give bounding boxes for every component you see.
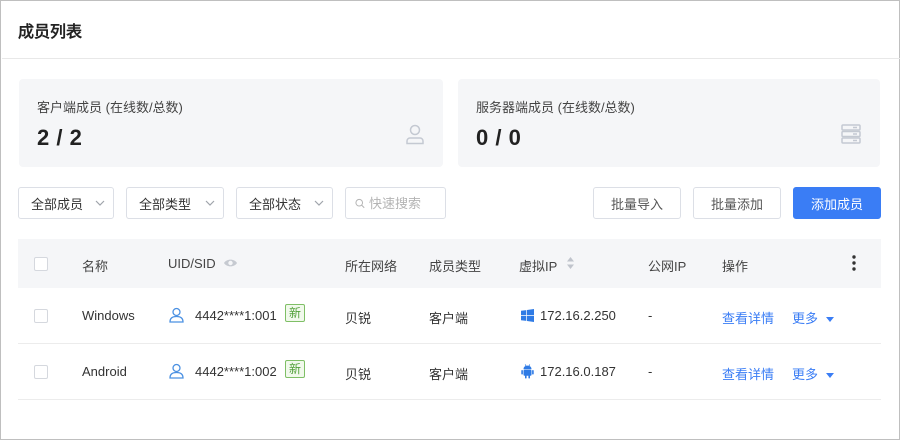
server-icon: [841, 124, 861, 144]
eye-icon[interactable]: [223, 257, 238, 269]
page-header: 成员列表: [2, 2, 900, 59]
chevron-down-icon: [314, 200, 324, 206]
member-list-panel: 成员列表 客户端成员 (在线数/总数) 2 / 2 服务器端成员 (在线数/总数…: [0, 0, 900, 440]
new-badge: 新: [285, 360, 306, 378]
add-member-button[interactable]: 添加成员: [793, 187, 881, 219]
virtual-ip: 172.16.2.250: [540, 308, 616, 323]
view-details-link[interactable]: 查看详情: [722, 308, 774, 327]
caret-down-icon: [825, 317, 834, 323]
row-checkbox[interactable]: [34, 365, 48, 379]
column-member-type: 成员类型: [429, 259, 482, 274]
client-members-label: 客户端成员 (在线数/总数): [37, 100, 183, 115]
member-name: Windows: [82, 308, 135, 323]
more-label: 更多: [792, 367, 819, 382]
public-ip: -: [648, 308, 653, 323]
member-type: 客户端: [429, 311, 469, 326]
member-network: 贝锐: [345, 367, 372, 382]
server-members-value: 0 / 0: [476, 125, 522, 150]
member-uid: 4442****1:002: [195, 364, 277, 379]
user-icon: [169, 307, 184, 323]
search-icon: [355, 198, 365, 208]
chevron-down-icon: [95, 200, 105, 206]
batch-add-button[interactable]: 批量添加: [693, 187, 781, 219]
member-name: Android: [82, 364, 127, 379]
client-members-value: 2 / 2: [37, 125, 83, 150]
user-icon: [406, 124, 424, 145]
type-filter-value: 全部类型: [139, 196, 192, 212]
member-filter-select[interactable]: 全部成员: [18, 187, 114, 219]
page-title: 成员列表: [18, 24, 83, 41]
column-network: 所在网络: [345, 259, 398, 274]
row-checkbox[interactable]: [34, 309, 48, 323]
table-row: Android 4442****1:002 新 贝锐 客户端 172.16.0.…: [18, 344, 881, 400]
more-label: 更多: [792, 311, 819, 326]
column-virtual-ip: 虚拟IP: [519, 259, 558, 274]
member-filter-value: 全部成员: [31, 196, 84, 212]
select-all-checkbox[interactable]: [34, 257, 48, 271]
sort-icon[interactable]: [566, 256, 575, 270]
new-badge: 新: [285, 304, 306, 322]
status-filter-select[interactable]: 全部状态: [236, 187, 333, 219]
status-filter-value: 全部状态: [249, 196, 302, 212]
user-icon: [169, 363, 184, 379]
server-members-label: 服务器端成员 (在线数/总数): [476, 100, 635, 115]
caret-down-icon: [825, 373, 834, 379]
virtual-ip: 172.16.0.187: [540, 364, 616, 379]
member-network: 贝锐: [345, 311, 372, 326]
server-members-card: 服务器端成员 (在线数/总数) 0 / 0: [458, 79, 880, 167]
member-uid: 4442****1:001: [195, 308, 277, 323]
member-type: 客户端: [429, 367, 469, 382]
search-box: [345, 187, 446, 219]
column-uid: UID/SID: [168, 256, 216, 271]
more-dropdown[interactable]: 更多: [792, 308, 835, 327]
client-members-card: 客户端成员 (在线数/总数) 2 / 2: [19, 79, 443, 167]
android-icon: [521, 364, 534, 379]
column-name: 名称: [82, 259, 109, 274]
search-input[interactable]: [369, 195, 445, 211]
batch-import-button[interactable]: 批量导入: [593, 187, 681, 219]
column-actions: 操作: [722, 259, 749, 274]
more-dropdown[interactable]: 更多: [792, 364, 835, 383]
table-row: Windows 4442****1:001 新 贝锐 客户端 172.16.2.…: [18, 288, 881, 344]
column-public-ip: 公网IP: [648, 259, 687, 274]
view-details-link[interactable]: 查看详情: [722, 364, 774, 383]
type-filter-select[interactable]: 全部类型: [126, 187, 224, 219]
chevron-down-icon: [205, 200, 215, 206]
more-vertical-icon[interactable]: [851, 254, 857, 272]
public-ip: -: [648, 364, 653, 379]
table-header: 名称 UID/SID 所在网络 成员类型 虚拟IP 公网IP 操作: [18, 239, 881, 288]
windows-icon: [521, 309, 534, 322]
